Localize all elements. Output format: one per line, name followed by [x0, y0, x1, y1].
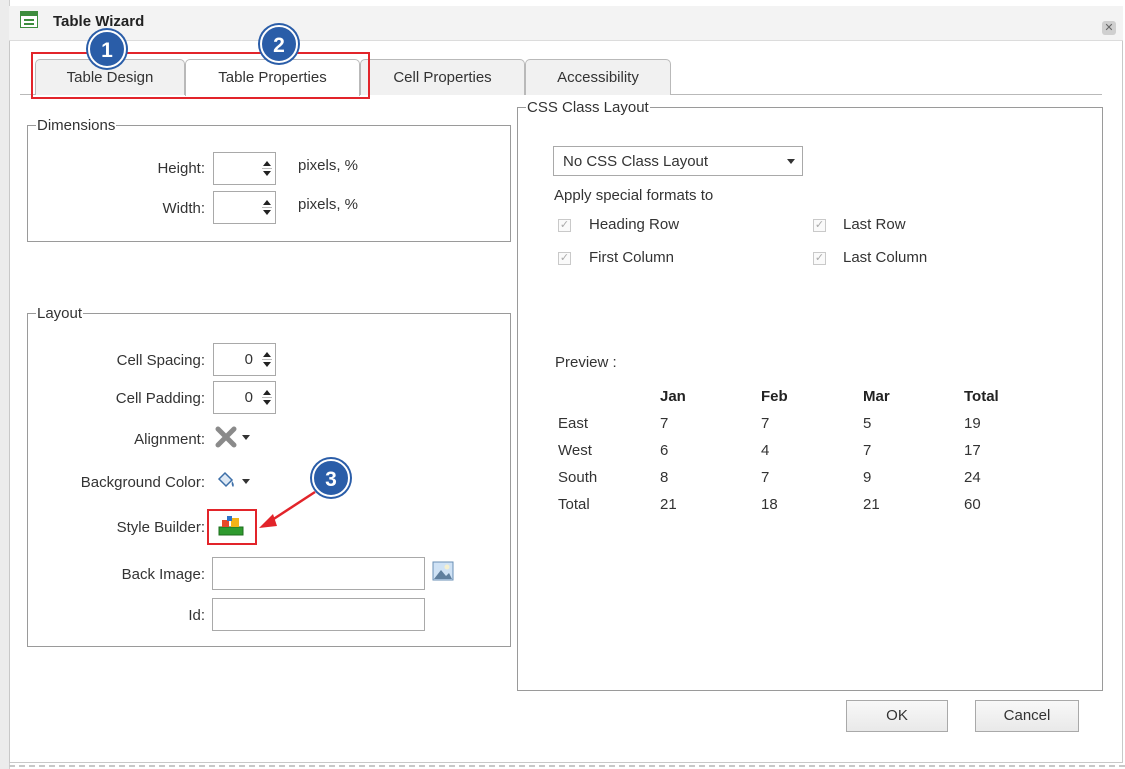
preview-cell: 7 [761, 415, 770, 432]
preview-cell: 24 [964, 469, 981, 486]
table-wizard-icon [20, 11, 38, 28]
alignment-dropdown[interactable] [214, 425, 254, 449]
heading-row-label: Heading Row [589, 216, 680, 233]
callout-badge-3: 3 [312, 459, 350, 497]
preview-cell: 17 [964, 442, 981, 459]
height-spinner[interactable] [213, 152, 276, 185]
close-icon[interactable]: ✕ [1102, 21, 1116, 35]
spin-up-icon[interactable] [263, 200, 271, 205]
apply-formats-label: Apply special formats to [554, 187, 714, 204]
cell-spacing-value: 0 [244, 351, 253, 368]
preview-cell: 5 [863, 415, 872, 432]
last-row-checkbox[interactable]: ✓ [813, 219, 826, 232]
preview-row-label: Total [558, 496, 590, 513]
back-image-input[interactable] [212, 557, 425, 590]
spin-down-icon[interactable] [263, 362, 271, 367]
preview-cell: 18 [761, 496, 778, 513]
chevron-down-icon [787, 159, 795, 164]
layout-legend: Layout [37, 305, 83, 322]
back-image-label: Back Image: [121, 566, 205, 583]
ok-button[interactable]: OK [846, 700, 948, 732]
preview-header-jan: Jan [660, 388, 686, 405]
preview-cell: 7 [863, 442, 872, 459]
preview-cell: 19 [964, 415, 981, 432]
spin-up-icon[interactable] [263, 161, 271, 166]
height-units: pixels, % [298, 157, 359, 174]
width-spinner[interactable] [213, 191, 276, 224]
css-class-layout-selected: No CSS Class Layout [563, 153, 709, 170]
preview-row-label: East [558, 415, 589, 432]
bottom-divider [9, 765, 1125, 767]
background-color-dropdown[interactable] [214, 470, 254, 492]
tab-cell-properties[interactable]: Cell Properties [360, 59, 525, 95]
background-color-label: Background Color: [80, 474, 205, 491]
callout-badge-1: 1 [88, 30, 126, 68]
preview-cell: 7 [761, 469, 770, 486]
tab-accessibility[interactable]: Accessibility [525, 59, 671, 95]
image-picker-icon [432, 561, 454, 581]
id-input[interactable] [212, 598, 425, 631]
spin-up-icon[interactable] [263, 352, 271, 357]
heading-row-checkbox[interactable]: ✓ [558, 219, 571, 232]
spin-down-icon[interactable] [263, 400, 271, 405]
style-builder-icon [218, 516, 244, 536]
browse-image-button[interactable] [432, 561, 454, 581]
css-class-layout-select[interactable]: No CSS Class Layout [553, 146, 803, 176]
cell-padding-spinner[interactable]: 0 [213, 381, 276, 414]
preview-header-total: Total [964, 388, 999, 405]
window-title: Table Wizard [53, 13, 145, 30]
cancel-button[interactable]: Cancel [975, 700, 1079, 732]
preview-cell: 8 [660, 469, 669, 486]
cell-spacing-spinner[interactable]: 0 [213, 343, 276, 376]
dimensions-legend: Dimensions [37, 117, 116, 134]
alignment-label: Alignment: [134, 431, 205, 448]
callout-badge-2: 2 [260, 25, 298, 63]
preview-cell: 21 [863, 496, 880, 513]
cell-padding-label: Cell Padding: [115, 390, 205, 407]
last-column-label: Last Column [843, 249, 928, 266]
height-label: Height: [157, 160, 205, 177]
css-class-layout-legend: CSS Class Layout [527, 99, 649, 116]
cell-padding-value: 0 [244, 389, 253, 406]
preview-row-label: West [558, 442, 592, 459]
style-builder-button[interactable] [218, 515, 244, 537]
preview-cell: 7 [660, 415, 669, 432]
title-bar[interactable] [9, 6, 1123, 41]
preview-label: Preview : [555, 354, 617, 371]
preview-cell: 60 [964, 496, 981, 513]
preview-header-mar: Mar [863, 388, 890, 405]
first-column-label: First Column [589, 249, 675, 266]
no-alignment-x-icon [215, 426, 237, 448]
preview-cell: 6 [660, 442, 669, 459]
width-label: Width: [162, 200, 205, 217]
preview-cell: 9 [863, 469, 872, 486]
preview-row-label: South [558, 469, 598, 486]
cell-spacing-label: Cell Spacing: [116, 352, 205, 369]
paint-bucket-icon [217, 471, 234, 488]
last-row-label: Last Row [843, 216, 906, 233]
spin-down-icon[interactable] [263, 210, 271, 215]
width-units: pixels, % [298, 196, 359, 213]
style-builder-label: Style Builder: [116, 519, 205, 536]
tabs-highlight-box [31, 52, 370, 99]
spin-down-icon[interactable] [263, 171, 271, 176]
spin-up-icon[interactable] [263, 390, 271, 395]
preview-cell: 4 [761, 442, 770, 459]
id-label: Id: [188, 607, 205, 624]
first-column-checkbox[interactable]: ✓ [558, 252, 571, 265]
preview-cell: 21 [660, 496, 677, 513]
chevron-down-icon [242, 435, 250, 440]
chevron-down-icon [242, 479, 250, 484]
last-column-checkbox[interactable]: ✓ [813, 252, 826, 265]
preview-header-feb: Feb [761, 388, 788, 405]
